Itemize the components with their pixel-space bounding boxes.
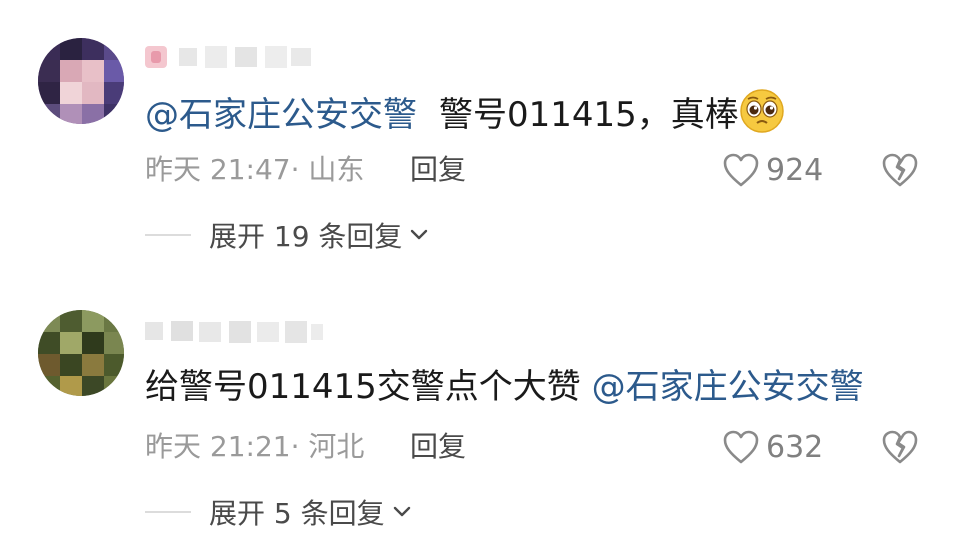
heart-icon <box>723 430 759 464</box>
like-button[interactable]: 632 <box>722 425 823 469</box>
broken-heart-icon <box>882 153 918 187</box>
expand-replies-button[interactable]: 展开 19 条回复 <box>145 213 428 257</box>
avatar[interactable] <box>38 310 124 396</box>
divider-line <box>145 511 191 513</box>
timestamp: 昨天 21:21 <box>145 430 291 463</box>
like-count: 924 <box>766 152 824 188</box>
mention-link[interactable]: @石家庄公安交警 <box>145 95 417 135</box>
heart-icon <box>723 153 759 187</box>
reply-button[interactable]: 回复 <box>410 150 466 190</box>
location: · 山东 <box>290 153 365 186</box>
like-count: 632 <box>766 429 824 465</box>
like-button[interactable]: 924 <box>722 148 823 192</box>
username-blurred[interactable] <box>145 315 325 345</box>
username-blurred[interactable] <box>145 40 315 70</box>
mention-link[interactable]: @石家庄公安交警 <box>592 367 864 407</box>
dislike-button[interactable] <box>880 150 920 190</box>
comment-text: 给警号011415交警点个大赞 <box>145 367 592 407</box>
comment-text: 警号011415，真棒 <box>439 95 739 135</box>
broken-heart-icon <box>882 430 918 464</box>
timestamp: 昨天 21:47 <box>145 153 291 186</box>
location: · 河北 <box>290 430 365 463</box>
avatar[interactable] <box>38 38 124 124</box>
reply-button[interactable]: 回复 <box>410 427 466 467</box>
chevron-down-icon <box>393 506 410 517</box>
divider-line <box>145 234 191 236</box>
comment-content: @石家庄公安交警 警号011415，真棒 <box>145 88 785 139</box>
chevron-down-icon <box>411 229 428 240</box>
comment-meta: 昨天 21:47· 山东 回复 <box>145 150 466 190</box>
comment-meta: 昨天 21:21· 河北 回复 <box>145 427 466 467</box>
comment-content: 给警号011415交警点个大赞 @石家庄公安交警 <box>145 363 864 411</box>
expand-replies-button[interactable]: 展开 5 条回复 <box>145 490 411 534</box>
expand-replies-label: 展开 19 条回复 <box>209 220 403 253</box>
pleading-face-icon <box>740 89 784 133</box>
dislike-button[interactable] <box>880 427 920 467</box>
expand-replies-label: 展开 5 条回复 <box>209 497 385 530</box>
